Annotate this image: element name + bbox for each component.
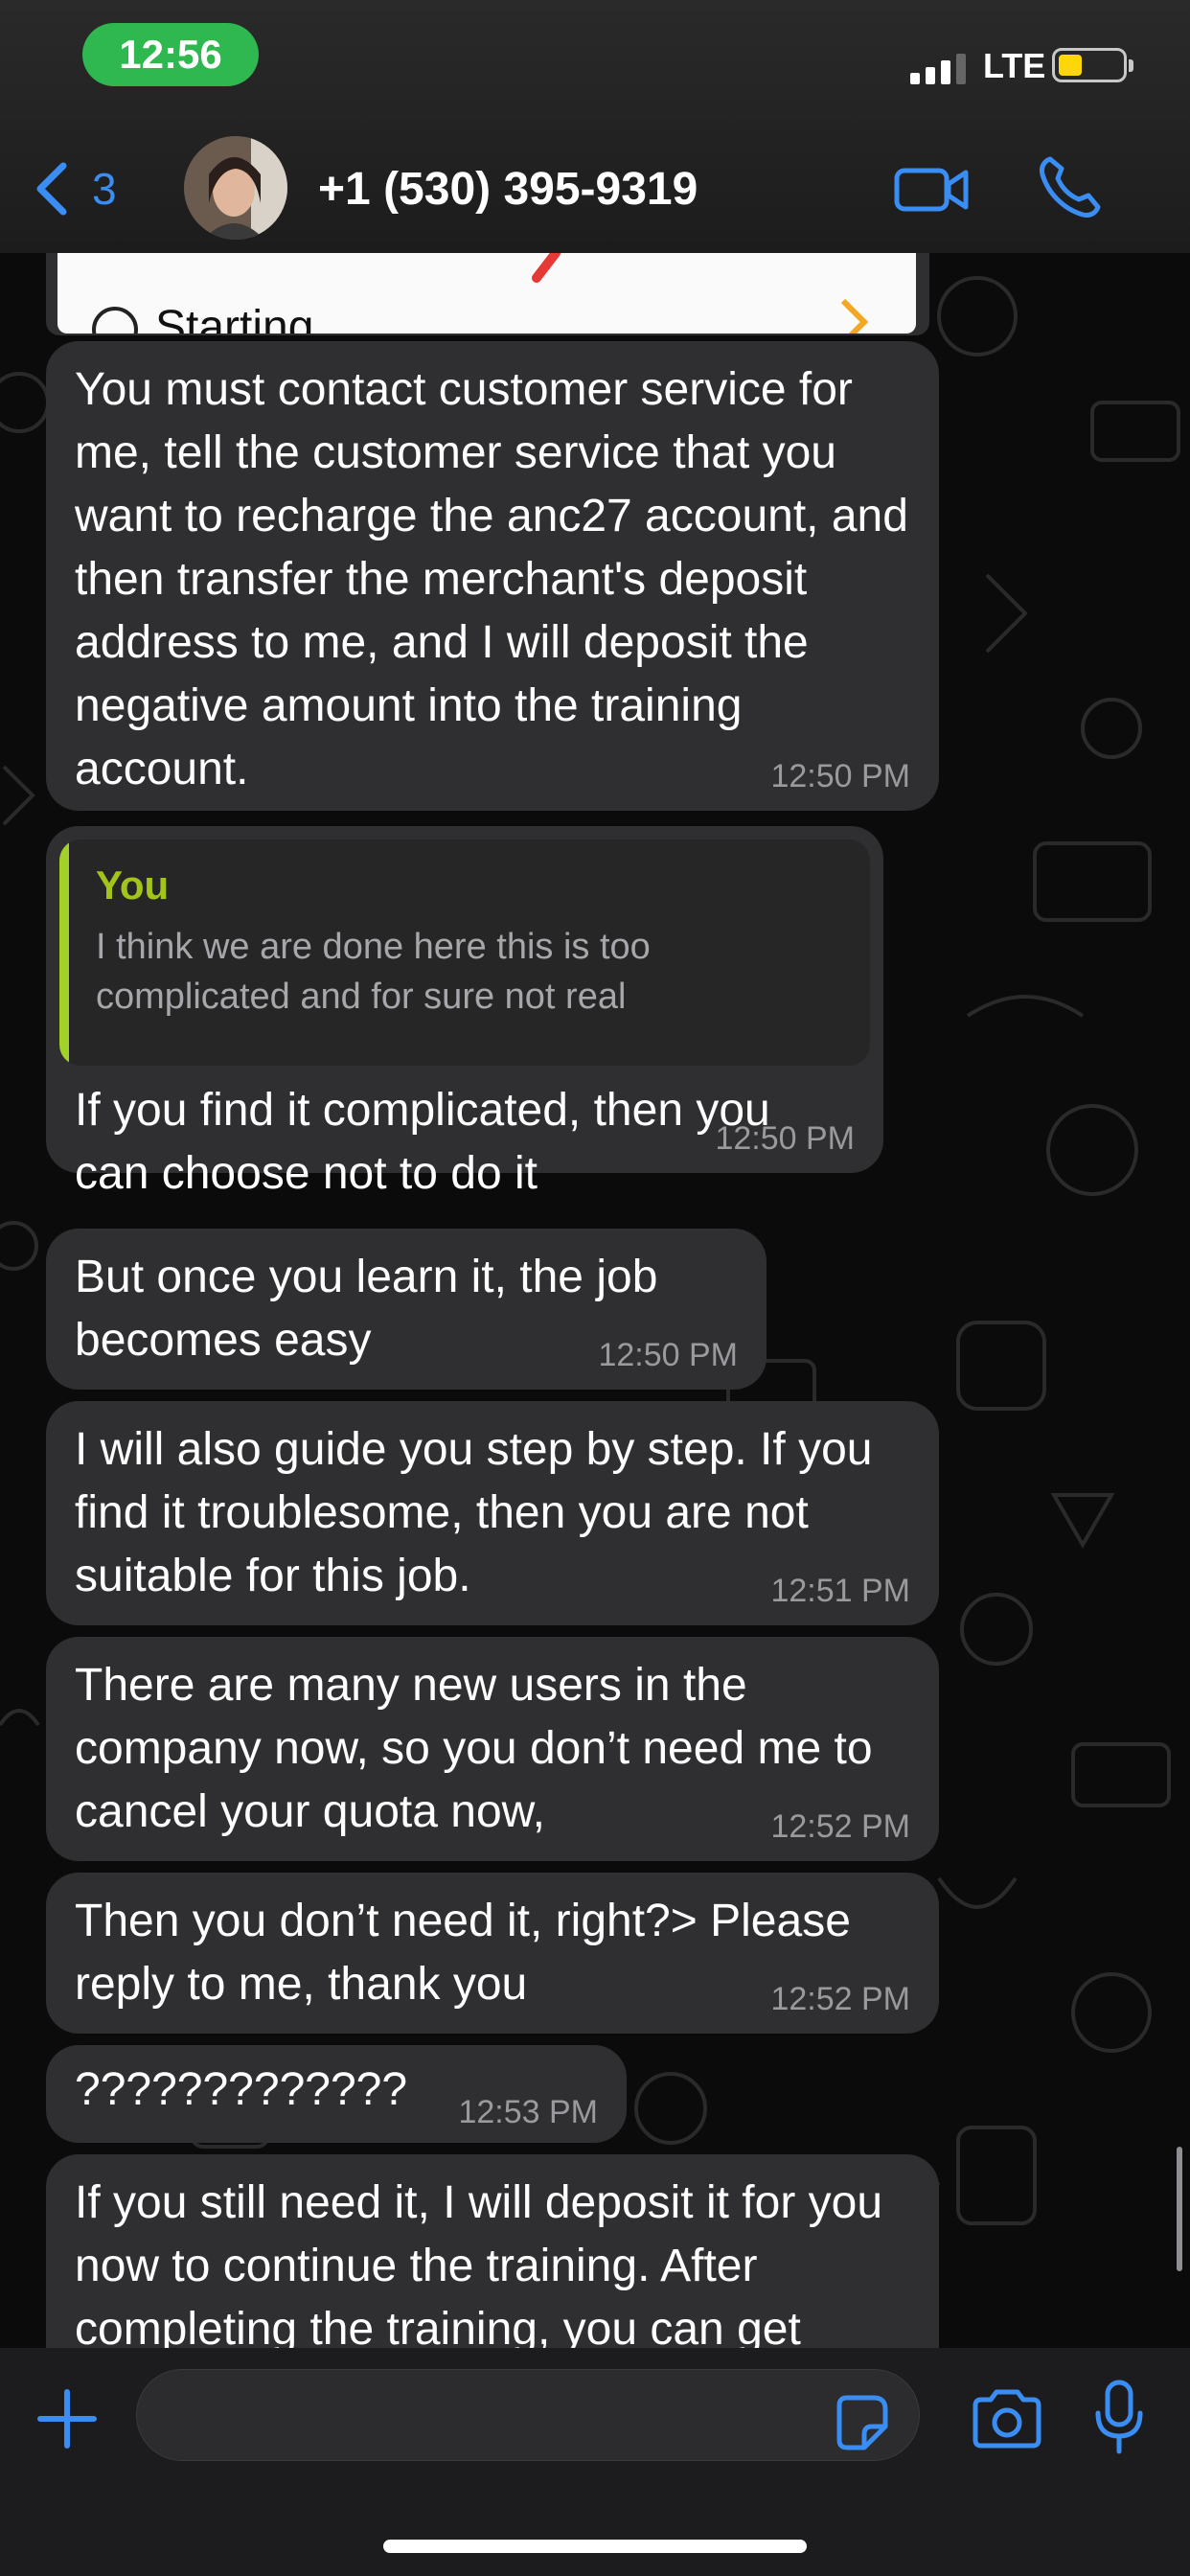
scroll-indicator[interactable] xyxy=(1177,2147,1182,2271)
message-text: You must contact customer service for me… xyxy=(75,364,908,794)
message-time: 12:50 PM xyxy=(598,1337,738,1373)
quote-author: You xyxy=(96,862,170,908)
status-time: 12:56 xyxy=(82,23,259,86)
battery-icon xyxy=(1052,48,1133,82)
message-bubble-with-reply[interactable]: You I think we are done here this is too… xyxy=(46,826,883,1199)
microphone-icon[interactable] xyxy=(1090,2379,1148,2455)
contact-name[interactable]: +1 (530) 395-9319 xyxy=(318,163,698,216)
phone-icon[interactable] xyxy=(1035,153,1104,222)
message-text: If you still need it, I will deposit it … xyxy=(75,2177,883,2355)
avatar[interactable] xyxy=(184,136,287,240)
chevron-left-icon xyxy=(36,162,67,216)
navigation-header: 12:56 LTE 3 +1 (530) 395-9319 xyxy=(0,0,1190,253)
message-bubble[interactable]: I will also guide you step by step. If y… xyxy=(46,1401,939,1625)
message-time: 12:50 PM xyxy=(770,758,910,794)
unread-count: 3 xyxy=(92,164,117,214)
plus-icon[interactable] xyxy=(34,2386,100,2451)
message-time: 12:51 PM xyxy=(770,1573,910,1609)
battery-level xyxy=(1059,55,1082,76)
back-button[interactable]: 3 xyxy=(33,153,138,224)
message-time: 12:53 PM xyxy=(458,2094,598,2130)
attachment-peek-text: Starting xyxy=(155,302,314,334)
quote-accent-bar xyxy=(59,840,69,1066)
camera-icon[interactable] xyxy=(970,2386,1044,2450)
message-input-bar xyxy=(0,2348,1190,2576)
home-indicator[interactable] xyxy=(383,2540,807,2553)
quote-text: I think we are done here this is too com… xyxy=(96,927,651,1017)
attachment-image: Starting xyxy=(57,253,916,334)
message-bubble[interactable]: But once you learn it, the job becomes e… xyxy=(46,1229,767,1390)
quoted-reply[interactable]: You I think we are done here this is too… xyxy=(59,840,870,1066)
sticker-icon[interactable] xyxy=(830,2392,891,2453)
message-time: 12:52 PM xyxy=(770,1808,910,1845)
message-bubble[interactable]: You must contact customer service for me… xyxy=(46,341,939,811)
image-attachment-peek[interactable]: Starting xyxy=(46,253,929,335)
avatar-image xyxy=(184,136,287,240)
battery-nub xyxy=(1129,59,1133,72)
message-bubble[interactable]: ????????????? 12:53 PM xyxy=(46,2045,627,2143)
video-camera-icon[interactable] xyxy=(893,161,970,218)
message-time: 12:52 PM xyxy=(770,1981,910,2017)
message-bubble[interactable]: There are many new users in the company … xyxy=(46,1637,939,1861)
network-type: LTE xyxy=(983,46,1046,85)
message-time: 12:50 PM xyxy=(715,1120,855,1157)
message-input[interactable] xyxy=(136,2369,920,2461)
message-bubble[interactable]: Then you don’t need it, right?> Please r… xyxy=(46,1873,939,2034)
cellular-signal-icon xyxy=(910,54,966,84)
